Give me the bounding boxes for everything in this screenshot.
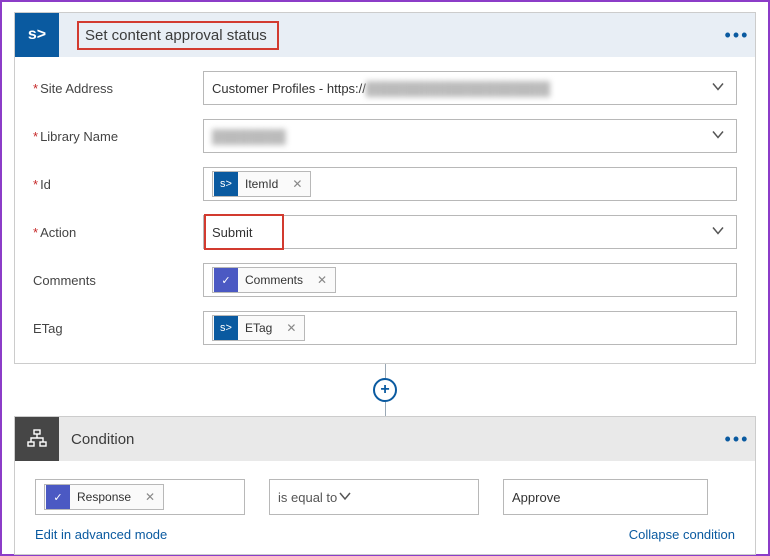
row-action: Action Submit xyxy=(33,215,737,249)
approval-icon: ✓ xyxy=(214,268,238,292)
action-card-set-content-approval: s> Set content approval status ••• Site … xyxy=(14,12,756,364)
action-menu-button[interactable]: ••• xyxy=(719,25,755,46)
chip-remove-icon[interactable]: ✕ xyxy=(284,177,310,191)
input-comments[interactable]: ✓ Comments ✕ xyxy=(203,263,737,297)
chevron-down-icon xyxy=(710,79,726,98)
label-id: Id xyxy=(33,177,203,192)
condition-title[interactable]: Condition xyxy=(59,431,719,448)
chip-comments[interactable]: ✓ Comments ✕ xyxy=(212,267,336,293)
chevron-down-icon xyxy=(337,488,353,507)
input-etag[interactable]: s> ETag ✕ xyxy=(203,311,737,345)
connector: + xyxy=(14,364,756,416)
label-site-address: Site Address xyxy=(33,81,203,96)
label-library-name: Library Name xyxy=(33,129,203,144)
action-title-wrap[interactable]: Set content approval status xyxy=(59,21,719,50)
condition-card: Condition ••• ✓ Response ✕ is equal to A… xyxy=(14,416,756,555)
condition-header: Condition ••• xyxy=(15,417,755,461)
condition-menu-button[interactable]: ••• xyxy=(719,429,755,450)
approval-icon: ✓ xyxy=(46,485,70,509)
input-library-name[interactable]: ████████ xyxy=(203,119,737,153)
sharepoint-icon: s> xyxy=(15,13,59,57)
label-etag: ETag xyxy=(33,321,203,336)
chip-response[interactable]: ✓ Response ✕ xyxy=(44,484,164,510)
chevron-down-icon xyxy=(710,127,726,146)
redacted-library: ████████ xyxy=(212,129,286,144)
label-comments: Comments xyxy=(33,273,203,288)
collapse-condition-link[interactable]: Collapse condition xyxy=(629,527,735,542)
add-step-button[interactable]: + xyxy=(373,378,397,402)
condition-operator-select[interactable]: is equal to xyxy=(269,479,479,515)
edit-advanced-link[interactable]: Edit in advanced mode xyxy=(35,527,167,542)
row-site-address: Site Address Customer Profiles - https:/… xyxy=(33,71,737,105)
chip-remove-icon[interactable]: ✕ xyxy=(137,490,163,504)
row-comments: Comments ✓ Comments ✕ xyxy=(33,263,737,297)
sharepoint-icon: s> xyxy=(214,316,238,340)
row-library-name: Library Name ████████ xyxy=(33,119,737,153)
condition-right-input[interactable]: Approve xyxy=(503,479,708,515)
input-site-address[interactable]: Customer Profiles - https:// ███████████… xyxy=(203,71,737,105)
condition-left-input[interactable]: ✓ Response ✕ xyxy=(35,479,245,515)
condition-expression-row: ✓ Response ✕ is equal to Approve xyxy=(35,479,735,515)
condition-footer: Edit in advanced mode Collapse condition xyxy=(35,525,735,544)
chip-remove-icon[interactable]: ✕ xyxy=(309,273,335,287)
action-title: Set content approval status xyxy=(77,21,279,50)
input-action[interactable]: Submit xyxy=(203,215,737,249)
action-card-header: s> Set content approval status ••• xyxy=(15,13,755,57)
chip-remove-icon[interactable]: ✕ xyxy=(278,321,304,335)
input-id[interactable]: s> ItemId ✕ xyxy=(203,167,737,201)
row-etag: ETag s> ETag ✕ xyxy=(33,311,737,345)
chevron-down-icon xyxy=(710,223,726,242)
row-id: Id s> ItemId ✕ xyxy=(33,167,737,201)
label-action: Action xyxy=(33,225,203,240)
chip-itemid[interactable]: s> ItemId ✕ xyxy=(212,171,311,197)
condition-body: ✓ Response ✕ is equal to Approve Edit in… xyxy=(15,461,755,554)
chip-etag[interactable]: s> ETag ✕ xyxy=(212,315,305,341)
condition-icon xyxy=(15,417,59,461)
redacted-url: ████████████████████ xyxy=(366,81,550,96)
sharepoint-icon: s> xyxy=(214,172,238,196)
action-form: Site Address Customer Profiles - https:/… xyxy=(15,57,755,363)
